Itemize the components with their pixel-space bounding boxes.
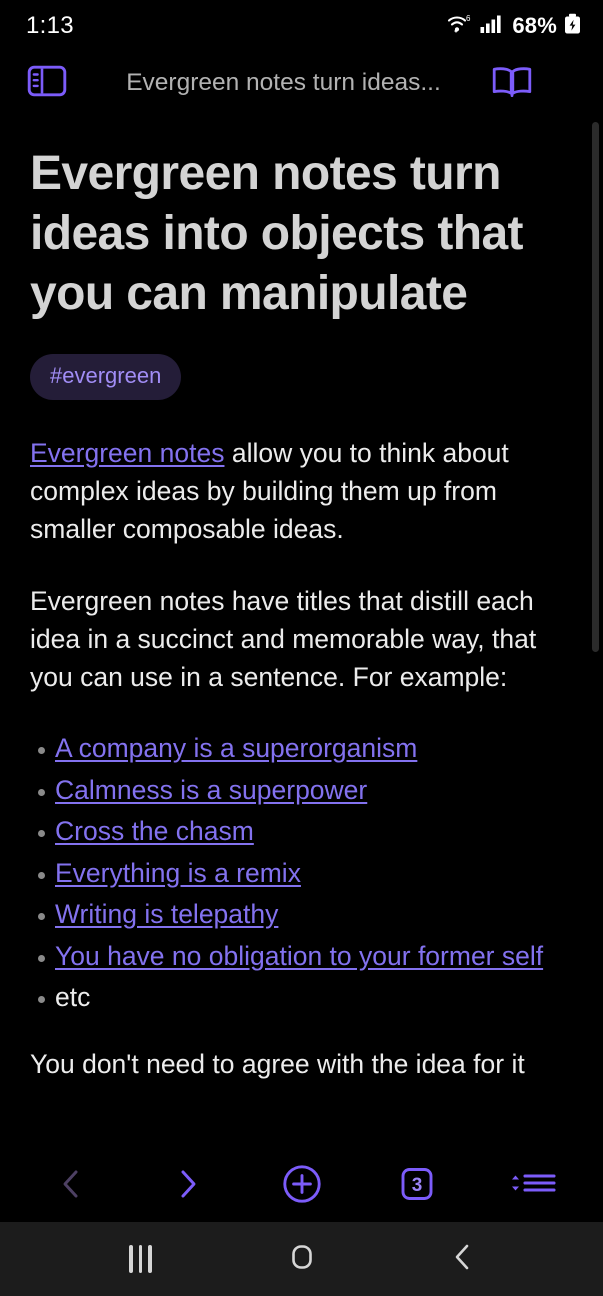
- tab-count-label: 3: [411, 1175, 422, 1196]
- battery-percent-label: 68%: [512, 13, 557, 38]
- android-nav-bar: [0, 1222, 603, 1296]
- status-bar: 1:13 6 68%: [0, 0, 603, 52]
- wifi-6-icon: 6: [447, 13, 473, 40]
- list-item: Writing is telepathy: [30, 894, 573, 936]
- list-item: You have no obligation to your former se…: [30, 936, 573, 978]
- page-title: Evergreen notes turn ideas...: [126, 69, 441, 96]
- browser-bottom-bar: 3: [0, 1150, 603, 1222]
- back-button-nav[interactable]: [423, 1229, 503, 1289]
- paragraph-3: You don't need to agree with the idea fo…: [30, 1048, 525, 1079]
- list-item: A company is a superorganism: [30, 728, 573, 770]
- list-item: Cross the chasm: [30, 811, 573, 853]
- sidebar-toggle-button[interactable]: [22, 60, 72, 106]
- list-item-label-etc: etc: [55, 982, 91, 1012]
- sidebar-toggle-icon: [27, 64, 67, 103]
- reader-mode-button[interactable]: [485, 60, 539, 106]
- svg-text:6: 6: [466, 14, 471, 23]
- status-icons: 6 68%: [447, 13, 581, 40]
- sort-menu-button[interactable]: [497, 1157, 567, 1215]
- recents-icon: [129, 1245, 152, 1273]
- note-title: Evergreen notes turn ideas into objects …: [30, 147, 524, 320]
- link-everything-is-a-remix[interactable]: Everything is a remix: [55, 858, 301, 888]
- recents-button[interactable]: [101, 1229, 181, 1289]
- link-a-company-is-a-superorganism[interactable]: A company is a superorganism: [55, 733, 417, 763]
- new-tab-button[interactable]: [267, 1157, 337, 1215]
- list-item: Everything is a remix: [30, 853, 573, 895]
- link-you-have-no-obligation-to-your-former-self[interactable]: You have no obligation to your former se…: [55, 941, 543, 971]
- note-content[interactable]: Evergreen notes turn ideas into objects …: [0, 114, 603, 1150]
- tag-row: #evergreen: [30, 354, 573, 400]
- status-time: 1:13: [26, 12, 74, 39]
- back-chevron-icon: [57, 1167, 87, 1206]
- cellular-signal-icon: [480, 14, 502, 39]
- tag-chip-evergreen[interactable]: #evergreen: [30, 354, 182, 400]
- forward-chevron-icon: [172, 1167, 202, 1206]
- link-cross-the-chasm[interactable]: Cross the chasm: [55, 816, 254, 846]
- tab-count-badge: 3: [396, 1165, 438, 1208]
- overflow-menu-button[interactable]: [539, 60, 585, 106]
- home-icon: [285, 1240, 319, 1279]
- list-item: Calmness is a superpower: [30, 770, 573, 812]
- tab-switcher-button[interactable]: 3: [382, 1157, 452, 1215]
- example-list: A company is a superorganism Calmness is…: [30, 728, 573, 1019]
- open-book-icon: [490, 63, 534, 104]
- link-evergreen-notes[interactable]: Evergreen notes: [30, 438, 224, 468]
- link-calmness-is-a-superpower[interactable]: Calmness is a superpower: [55, 775, 367, 805]
- back-icon: [448, 1241, 478, 1278]
- plus-circle-icon: [281, 1163, 323, 1210]
- app-toolbar: Evergreen notes turn ideas...: [0, 52, 603, 114]
- list-item: etc: [30, 977, 573, 1019]
- paragraph-1: Evergreen notes allow you to think about…: [30, 434, 573, 548]
- battery-charging-icon: [564, 13, 581, 40]
- scrollbar[interactable]: [592, 114, 599, 1150]
- scrollbar-thumb[interactable]: [592, 122, 599, 652]
- link-writing-is-telepathy[interactable]: Writing is telepathy: [55, 899, 278, 929]
- back-button[interactable]: [37, 1157, 107, 1215]
- paragraph-2: Evergreen notes have titles that distill…: [30, 586, 537, 692]
- forward-button[interactable]: [152, 1157, 222, 1215]
- home-button[interactable]: [262, 1229, 342, 1289]
- sort-list-icon: [503, 1166, 561, 1207]
